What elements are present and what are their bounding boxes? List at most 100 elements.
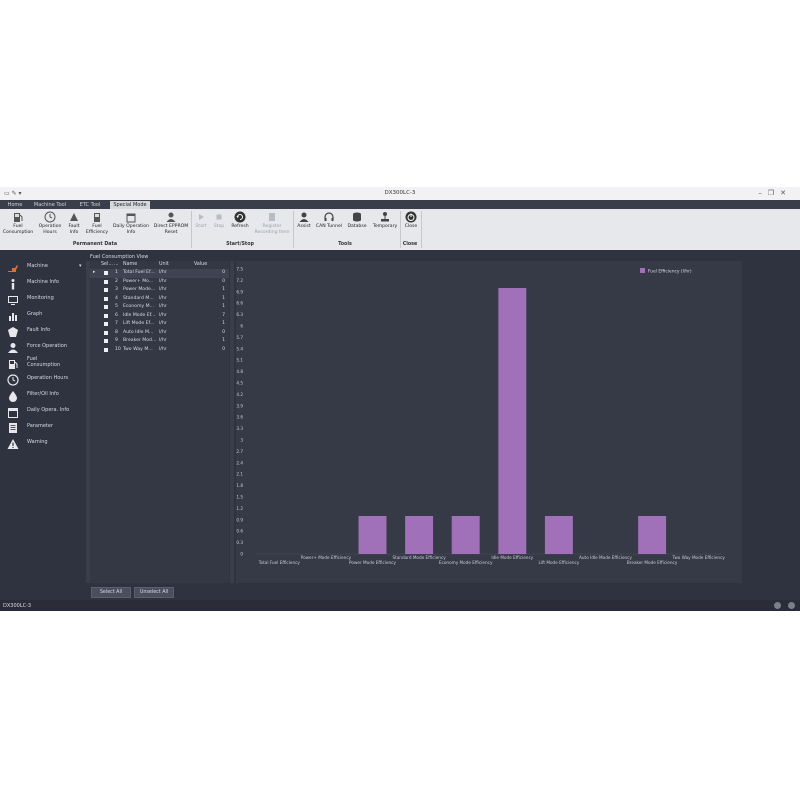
sidebar-item-daily-opera-info[interactable]: Daily Opera. Info bbox=[7, 405, 85, 419]
unselect-all-button[interactable]: Unselect All bbox=[134, 587, 174, 598]
fault-info-button[interactable]: Fault Info bbox=[65, 211, 83, 235]
sidebar-item-label: Fault Info bbox=[27, 327, 51, 333]
chart-bar[interactable] bbox=[451, 516, 480, 554]
fuel-consumption-button[interactable]: Fuel Consumption bbox=[1, 211, 35, 235]
row-unit: l/hr bbox=[159, 278, 167, 284]
assist-button[interactable]: Assist bbox=[295, 211, 313, 230]
chevron-down-icon[interactable]: ▾ bbox=[79, 263, 82, 269]
sidebar-item-parameter[interactable]: Parameter bbox=[7, 421, 85, 435]
ribbon-label: Fuel Efficiency bbox=[85, 224, 109, 235]
row-checkbox[interactable] bbox=[104, 271, 108, 275]
y-tick-label: 6 bbox=[240, 324, 243, 329]
sidebar-item-operation-hours[interactable]: Operation Hours bbox=[7, 373, 85, 387]
info-status-icon[interactable] bbox=[788, 602, 795, 609]
minimize-icon[interactable]: – bbox=[758, 189, 768, 197]
sidebar-item-machine-info[interactable]: Machine Info bbox=[7, 277, 85, 291]
sidebar-item-fault-info[interactable]: Fault Info bbox=[7, 325, 85, 339]
sidebar-item-fuel-consumption[interactable]: Fuel Consumption bbox=[7, 356, 85, 371]
ribbon-label: Databse bbox=[347, 224, 367, 229]
row-checkbox[interactable] bbox=[104, 347, 108, 352]
y-tick-label: 7.5 bbox=[236, 267, 243, 272]
can-tunnel-button[interactable]: CAN Tunnel bbox=[314, 211, 344, 230]
sidebar-item-machine[interactable]: Machine ▾ bbox=[7, 261, 85, 275]
grid-header-value[interactable]: Value bbox=[194, 261, 207, 269]
operation-hours-button[interactable]: Operation Hours bbox=[36, 211, 64, 235]
row-value: 0 bbox=[222, 329, 225, 335]
table-row[interactable]: 5 Economy M... l/hr 1 bbox=[89, 303, 229, 312]
row-index: 6 bbox=[115, 312, 118, 318]
ribbon-label: Fuel Consumption bbox=[2, 224, 34, 235]
table-row[interactable]: ▸ 1 Total Fuel Ef... l/hr 0 bbox=[89, 269, 229, 278]
ribbon-label: Refresh bbox=[231, 224, 249, 229]
register-recording-item-button[interactable]: Register Recording Item bbox=[253, 211, 291, 235]
refresh-button[interactable]: Refresh bbox=[228, 211, 252, 230]
row-index: 1 bbox=[115, 270, 118, 275]
chart-bar[interactable] bbox=[498, 288, 527, 554]
chart-bar[interactable] bbox=[405, 516, 434, 554]
table-row[interactable]: 6 Idle Mode Ef... l/hr 7 bbox=[89, 312, 229, 321]
row-checkbox[interactable] bbox=[104, 330, 108, 335]
x-tick-label: Lift Mode Efficiency bbox=[539, 560, 580, 565]
chart-bar[interactable] bbox=[544, 516, 573, 554]
group-label-start-stop: Start/Stop bbox=[226, 242, 254, 247]
direct-epprom-reset-button[interactable]: Direct EPPROM Reset bbox=[153, 211, 189, 235]
settings-icon[interactable] bbox=[774, 602, 781, 609]
table-row[interactable]: 7 Lift Mode Ef... l/hr 1 bbox=[89, 320, 229, 329]
mid-splitter[interactable] bbox=[230, 261, 234, 583]
x-tick-label: Power Mode Efficiency bbox=[349, 560, 396, 565]
close-button[interactable]: Close bbox=[402, 211, 420, 230]
database-button[interactable]: Databse bbox=[345, 211, 369, 230]
grid-header-select[interactable]: Sel... bbox=[101, 261, 113, 269]
sidebar-item-force-operation[interactable]: Force Operation bbox=[7, 341, 85, 355]
sidebar-item-filter-oil-info[interactable]: Filter/Oil Info bbox=[7, 389, 85, 403]
y-tick-label: 3.9 bbox=[236, 403, 243, 408]
row-checkbox[interactable] bbox=[104, 339, 108, 343]
sidebar: Machine ▾ Machine Info Monitoring Graph … bbox=[0, 259, 86, 599]
grid-header-index[interactable]: ... bbox=[114, 261, 119, 269]
row-checkbox[interactable] bbox=[104, 296, 108, 301]
warning-icon bbox=[7, 439, 19, 449]
y-tick-label: 3.3 bbox=[236, 426, 243, 431]
row-checkbox[interactable] bbox=[104, 279, 108, 284]
table-row[interactable]: 3 Power Mode... l/hr 1 bbox=[89, 286, 229, 295]
tab-machine-tool[interactable]: Machine Tool bbox=[30, 201, 70, 209]
row-checkbox[interactable] bbox=[104, 305, 108, 309]
daily-operation-info-button[interactable]: Daily Operation Info bbox=[111, 211, 151, 235]
sidebar-item-graph[interactable]: Graph bbox=[7, 309, 85, 323]
sidebar-item-monitoring[interactable]: Monitoring bbox=[7, 293, 85, 307]
row-checkbox[interactable] bbox=[104, 322, 108, 326]
start-button[interactable]: Start bbox=[193, 211, 209, 230]
select-all-button[interactable]: Select All bbox=[91, 587, 131, 598]
row-checkbox[interactable] bbox=[104, 313, 108, 318]
table-row[interactable]: 9 Breaker Mod... l/hr 1 bbox=[89, 337, 229, 346]
window-controls[interactable]: –❐✕ bbox=[758, 189, 792, 197]
table-row[interactable]: 4 Standard M... l/hr 1 bbox=[89, 295, 229, 304]
row-index: 4 bbox=[115, 295, 118, 301]
table-row[interactable]: 8 Auto Idle M... l/hr 0 bbox=[89, 329, 229, 338]
ribbon-label: Temporary bbox=[372, 224, 398, 229]
fuel-efficiency-button[interactable]: Fuel Efficiency bbox=[84, 211, 110, 235]
database-icon bbox=[353, 212, 361, 222]
row-unit: l/hr bbox=[159, 304, 167, 309]
temporary-button[interactable]: Temporary bbox=[370, 211, 400, 230]
sidebar-item-warning[interactable]: Warning bbox=[7, 437, 85, 451]
chart-bar[interactable] bbox=[638, 516, 667, 554]
tab-etc-tool[interactable]: ETC Tool bbox=[74, 201, 106, 209]
table-row[interactable]: 2 Power+ Mo... l/hr 0 bbox=[89, 278, 229, 287]
ribbon-label: Operation Hours bbox=[38, 224, 62, 235]
close-window-icon[interactable]: ✕ bbox=[780, 189, 792, 197]
grid-header-name[interactable]: Name bbox=[123, 261, 137, 269]
table-row[interactable]: 10 Two Way M... l/hr 0 bbox=[89, 346, 229, 355]
left-splitter[interactable] bbox=[86, 261, 90, 583]
bar-chart: 0 0.3 0.6 0.9 1.2 1.5 1.8 2.1 2.4 2.7 3 3.3 3.6 3.9 4.… bbox=[236, 267, 725, 566]
tab-special-mode[interactable]: Special Mode bbox=[110, 201, 150, 209]
tab-home[interactable]: Home bbox=[2, 201, 28, 209]
grid-header-unit[interactable]: Unit bbox=[159, 261, 169, 269]
x-tick-label: Economy Mode Efficiency bbox=[439, 560, 493, 565]
restore-icon[interactable]: ❐ bbox=[768, 189, 780, 197]
y-tick-label: 6.6 bbox=[236, 301, 243, 306]
chart-bar[interactable] bbox=[358, 516, 387, 554]
row-value: 1 bbox=[222, 287, 225, 292]
stop-button[interactable]: Stop bbox=[211, 211, 227, 230]
row-checkbox[interactable] bbox=[104, 288, 108, 292]
